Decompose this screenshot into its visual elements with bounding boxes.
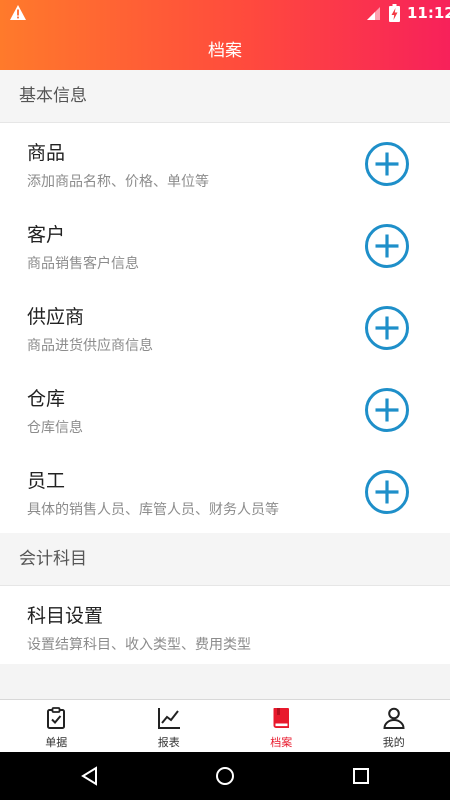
item-label: 科目设置 (27, 605, 104, 627)
list-item-customers[interactable]: 客户 商品销售客户信息 (0, 205, 450, 287)
book-icon (273, 708, 290, 728)
list-item-employees[interactable]: 员工 具体的销售人员、库管人员、财务人员等 (0, 451, 450, 533)
tab-label: 单据 (45, 736, 68, 749)
tab-archives[interactable]: 档案 (225, 700, 338, 752)
status-time: 11:12 (407, 4, 450, 22)
home-icon[interactable] (214, 765, 236, 787)
person-icon (383, 707, 405, 729)
add-employee-button[interactable] (364, 469, 410, 515)
section-header-basic-info: 基本信息 (0, 70, 450, 123)
tab-documents[interactable]: 单据 (0, 700, 113, 752)
item-description: 具体的销售人员、库管人员、财务人员等 (27, 502, 279, 518)
tab-mine[interactable]: 我的 (338, 700, 450, 752)
item-description: 商品进货供应商信息 (27, 338, 153, 354)
item-description: 商品销售客户信息 (27, 256, 139, 272)
item-description: 设置结算科目、收入类型、费用类型 (27, 637, 251, 653)
status-bar: 11:12 (0, 0, 450, 25)
item-description: 添加商品名称、价格、单位等 (27, 174, 209, 190)
section-header-accounting: 会计科目 (0, 533, 450, 586)
tab-label: 我的 (382, 736, 405, 749)
recents-icon[interactable] (350, 765, 372, 787)
back-icon[interactable] (79, 765, 101, 787)
item-description: 仓库信息 (27, 420, 83, 436)
system-navigation-bar (0, 752, 450, 800)
item-label: 员工 (27, 470, 66, 492)
add-warehouse-button[interactable] (364, 387, 410, 433)
tab-reports[interactable]: 报表 (113, 700, 226, 752)
page-title: 档案 (208, 41, 242, 61)
battery-charging-icon (389, 4, 400, 22)
bottom-tab-bar: 单据 报表 档案 我的 (0, 699, 450, 752)
list-item-account-settings[interactable]: 科目设置 设置结算科目、收入类型、费用类型 (0, 586, 450, 664)
add-supplier-button[interactable] (364, 305, 410, 351)
app-header: 11:12 档案 (0, 0, 450, 70)
add-customer-button[interactable] (364, 223, 410, 269)
basic-info-list: 商品 添加商品名称、价格、单位等 客户 商品销售客户信息 供应商 商品进货供应商… (0, 123, 450, 533)
list-item-warehouses[interactable]: 仓库 仓库信息 (0, 369, 450, 451)
warning-icon (10, 5, 26, 20)
clipboard-check-icon (47, 707, 66, 729)
item-label: 供应商 (27, 306, 85, 328)
line-chart-icon (157, 708, 180, 729)
item-label: 客户 (27, 224, 66, 246)
list-item-products[interactable]: 商品 添加商品名称、价格、单位等 (0, 123, 450, 205)
list-item-suppliers[interactable]: 供应商 商品进货供应商信息 (0, 287, 450, 369)
add-product-button[interactable] (364, 141, 410, 187)
item-label: 商品 (27, 142, 66, 164)
tab-label: 报表 (157, 736, 180, 749)
item-label: 仓库 (27, 388, 66, 410)
accounting-list: 科目设置 设置结算科目、收入类型、费用类型 (0, 586, 450, 664)
signal-icon (367, 7, 380, 20)
tab-label: 档案 (270, 736, 293, 749)
